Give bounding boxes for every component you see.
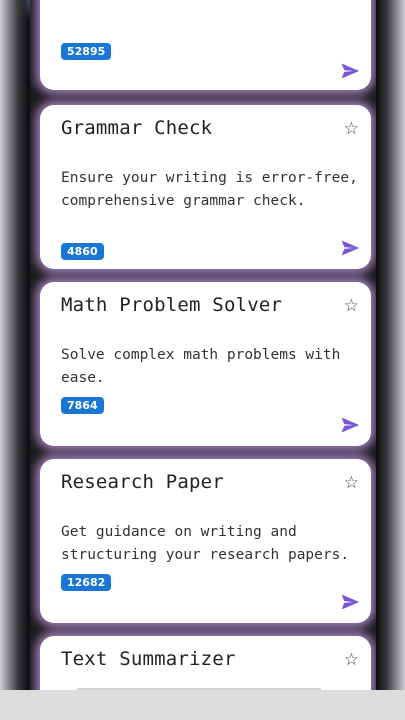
send-icon[interactable]: [340, 592, 360, 612]
card-title: Text Summarizer: [61, 648, 236, 670]
usage-count-badge: 7864: [61, 397, 104, 414]
tool-card-text-summarizer[interactable]: Text Summarizer ☆: [40, 636, 371, 690]
usage-count-badge: 4860: [61, 243, 104, 260]
star-icon[interactable]: ☆: [344, 473, 359, 493]
usage-count-badge: 52895: [61, 43, 112, 60]
tool-card-partial[interactable]: 52895: [40, 0, 371, 90]
card-description: Solve complex math problems with ease.: [61, 347, 341, 386]
tool-card-math-problem-solver[interactable]: Math Problem Solver ☆ Solve complex math…: [40, 282, 371, 446]
card-title: Grammar Check: [61, 117, 213, 139]
card-description: Get guidance on writing and structuring …: [61, 524, 350, 563]
send-icon[interactable]: [340, 415, 360, 435]
card-title: Math Problem Solver: [61, 294, 283, 316]
card-description: Ensure your writing is error-free, compr…: [61, 170, 358, 209]
tool-card-research-paper[interactable]: Research Paper ☆ Get guidance on writing…: [40, 459, 371, 623]
phone-frame: 52895 Grammar Check ☆ Ensure your writin…: [0, 0, 405, 720]
send-icon[interactable]: [340, 61, 360, 81]
usage-count-badge: 12682: [61, 574, 112, 591]
star-icon[interactable]: ☆: [344, 296, 359, 316]
bottom-edge: [0, 690, 405, 720]
star-icon[interactable]: ☆: [344, 119, 359, 139]
card-list-screen[interactable]: 52895 Grammar Check ☆ Ensure your writin…: [30, 0, 376, 690]
card-title: Research Paper: [61, 471, 224, 493]
tool-card-grammar-check[interactable]: Grammar Check ☆ Ensure your writing is e…: [40, 105, 371, 269]
star-icon[interactable]: ☆: [344, 650, 359, 670]
send-icon[interactable]: [340, 238, 360, 258]
